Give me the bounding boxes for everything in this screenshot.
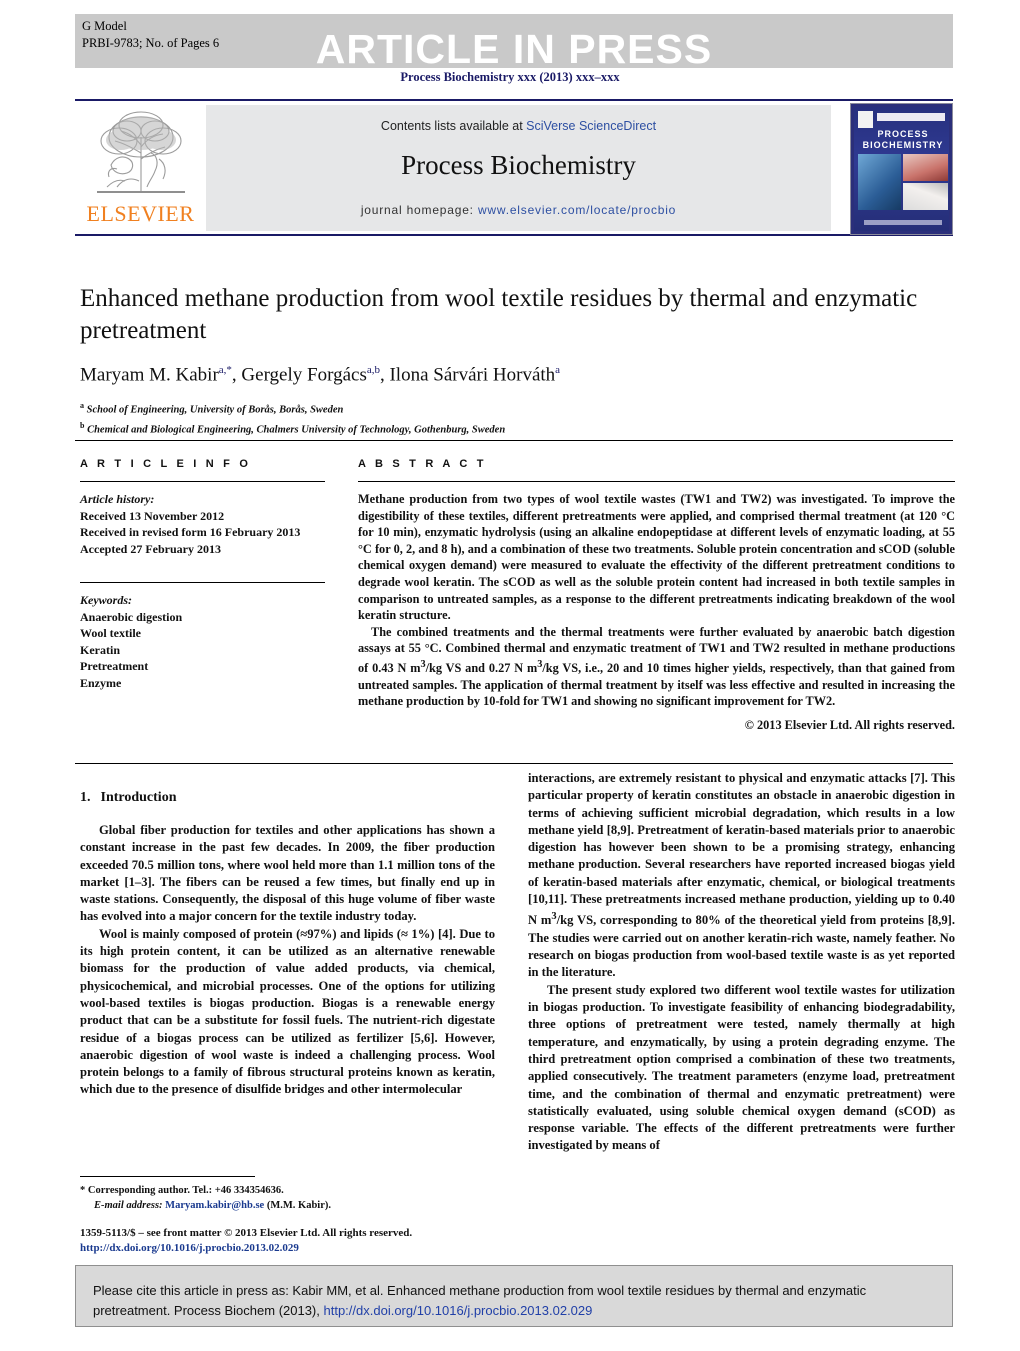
author-marks: a,b [366,364,380,376]
masthead-top-rule [75,99,953,101]
author-name: Ilona Sárvári Horváth [389,364,556,386]
body-column-left: 1. Introduction Global fiber production f… [80,790,495,1099]
email-link[interactable]: Maryam.kabir@hb.se [165,1200,264,1211]
keyword-item: Wool textile [80,626,141,640]
author-name: Gergely Forgács [241,364,367,386]
abstract-rule [358,481,955,482]
cite-doi-link[interactable]: http://dx.doi.org/10.1016/j.procbio.2013… [324,1303,593,1318]
page-title: Enhanced methane production from wool te… [80,285,918,344]
journal-reference-line: Process Biochemistry xxx (2013) xxx–xxx [400,70,620,84]
author-name: Maryam M. Kabir [80,364,219,386]
author-marks: a [555,364,561,376]
author-separator: , [231,364,242,386]
journal-title: Process Biochemistry [401,150,636,180]
contents-lists-line: Contents lists available at SciVerse Sci… [206,119,831,133]
author-list: Maryam M. Kabira,*, Gergely Forgácsa,b, … [80,364,955,386]
keywords-rule [80,582,325,583]
elsevier-tree-icon [97,111,185,193]
g-model-block: G Model PRBI-9783; No. of Pages 6 [82,18,219,52]
introduction-left-text: Global fiber production for textiles and… [80,822,495,1099]
affiliation-item: b Chemical and Biological Engineering, C… [80,418,955,438]
article-info-heading: A R T I C L E I N F O [80,458,252,470]
journal-cover-thumbnail: PROCESS BIOCHEMISTRY [850,103,953,235]
elsevier-badge-icon [858,111,873,128]
history-item: Accepted 27 February 2013 [80,541,221,556]
affiliation-text: Chemical and Biological Engineering, Cha… [87,424,506,436]
cover-photo-a [858,154,901,210]
homepage-prefix: journal homepage: [360,203,478,217]
body-paragraph: Wool is mainly composed of protein (≈97%… [80,926,495,1097]
cover-photo-c [903,183,948,210]
author-marks: a,* [218,364,232,376]
affiliation-item: a School of Engineering, University of B… [80,398,955,418]
keyword-item: Anaerobic digestion [80,609,183,624]
cover-footer-bar [864,220,942,225]
abstract-paragraph: Methane production from two types of woo… [358,492,955,623]
cover-background: PROCESS BIOCHEMISTRY [854,107,949,231]
journal-band: Contents lists available at SciVerse Sci… [206,105,831,231]
masthead-bottom-rule [75,234,953,236]
article-history-label: Article history: [80,492,155,506]
affiliation-mark: a [80,401,84,411]
email-owner: (M.M. Kabir). [266,1199,331,1211]
cover-photo-b [903,154,948,181]
footnote-block: * Corresponding author. Tel.: +46 334354… [80,1184,500,1213]
keyword-item: Keratin [80,642,120,657]
cover-title-text: PROCESS BIOCHEMISTRY [862,129,944,150]
sciencedirect-link[interactable]: SciVerse ScienceDirect [526,119,656,133]
journal-homepage-line: journal homepage: www.elsevier.com/locat… [206,203,831,217]
body-paragraph: The present study explored two different… [528,982,955,1153]
divider-below-abstract [75,763,953,764]
abstract-copyright: © 2013 Elsevier Ltd. All rights reserved… [744,717,955,732]
article-history-block: Article history: Received 13 November 20… [80,491,325,557]
affiliation-list: a School of Engineering, University of B… [80,398,955,437]
footnote-rule [80,1176,255,1177]
article-info-rule [80,481,325,482]
g-model-label: G Model [82,19,127,33]
contents-lists-prefix: Contents lists available at [380,119,527,133]
history-item: Received in revised form 16 February 201… [80,525,301,539]
affiliation-mark: b [80,420,85,430]
email-note: E-mail address: Maryam.kabir@hb.se (M.M.… [80,1199,500,1214]
doi-link[interactable]: http://dx.doi.org/10.1016/j.procbio.2013… [80,1241,540,1256]
homepage-url-link[interactable]: www.elsevier.com/locate/procbio [478,203,676,217]
paper-page: ARTICLE IN PRESS G Model PRBI-9783; No. … [0,0,1020,1351]
cover-photo-collage [858,154,948,210]
keywords-label: Keywords: [80,593,132,607]
abstract-heading: A B S T R A C T [358,458,487,470]
affiliation-text: School of Engineering, University of Bor… [86,404,344,416]
cite-this-article-text: Please cite this article in press as: Ka… [93,1281,938,1321]
keyword-item: Pretreatment [80,659,149,673]
introduction-right-text: interactions, are extremely resistant to… [528,770,955,1155]
abstract-paragraph: The combined treatments and the thermal … [358,624,955,709]
section-title: Introduction [100,790,177,805]
keyword-item: Enzyme [80,675,122,690]
body-paragraph: interactions, are extremely resistant to… [528,771,955,980]
divider-above-abstract [75,440,953,441]
abstract-column: A B S T R A C T Methane production from … [358,458,955,733]
cover-top-bar [877,113,945,121]
corresponding-author-note: * Corresponding author. Tel.: +46 334354… [80,1185,284,1196]
imprint-line: 1359-5113/$ – see front matter © 2013 El… [80,1227,413,1239]
keywords-block: Keywords: Anaerobic digestion Wool texti… [80,592,325,691]
history-item: Received 13 November 2012 [80,508,225,523]
email-label: E-mail address: [94,1199,163,1211]
article-info-column: A R T I C L E I N F O Article history: R… [80,458,325,691]
article-id-label: PRBI-9783; No. of Pages 6 [82,36,220,50]
elsevier-wordmark: ELSEVIER [86,201,195,226]
section-number: 1. [80,790,91,805]
body-column-right: interactions, are extremely resistant to… [528,770,955,1155]
body-paragraph: Global fiber production for textiles and… [80,823,495,924]
title-block: Enhanced methane production from wool te… [80,283,955,437]
journal-masthead: ELSEVIER Contents lists available at Sci… [75,99,953,236]
abstract-body: Methane production from two types of woo… [358,491,955,710]
imprint-block: 1359-5113/$ – see front matter © 2013 El… [80,1226,540,1256]
section-heading-introduction: 1. Introduction [80,790,495,806]
elsevier-logo: ELSEVIER [77,105,204,231]
